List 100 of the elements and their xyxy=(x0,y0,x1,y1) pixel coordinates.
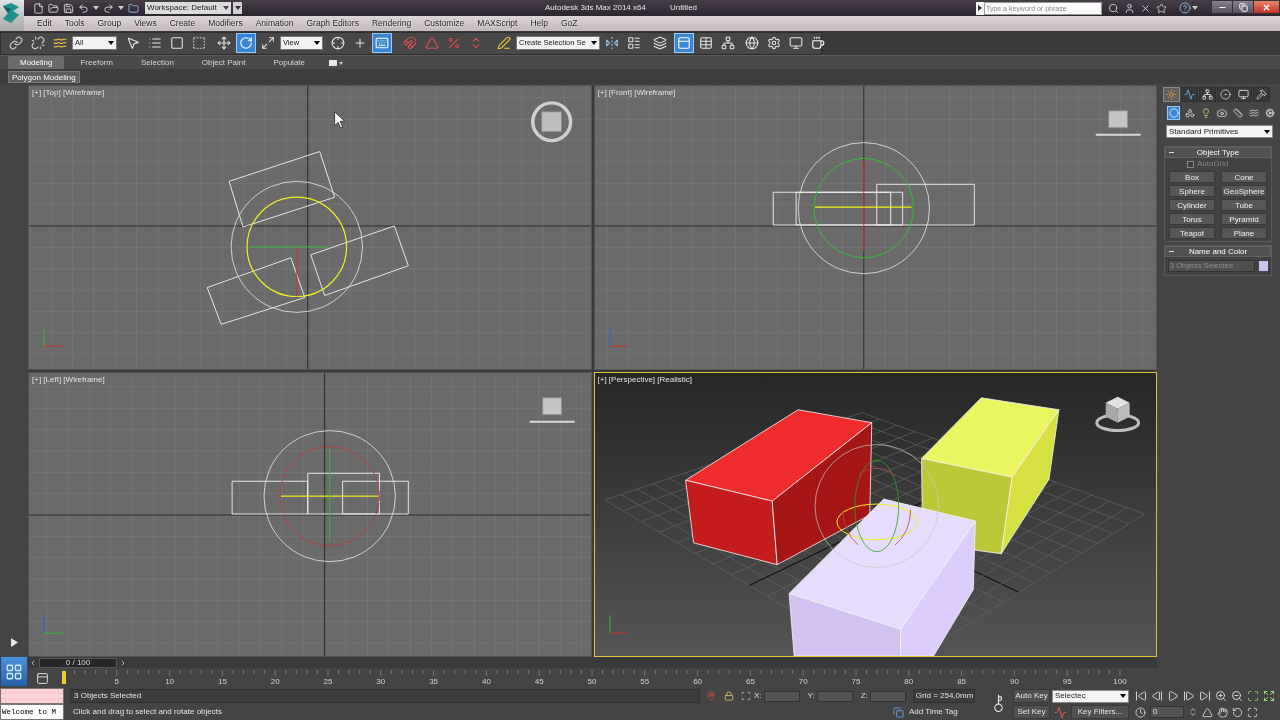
save-icon[interactable] xyxy=(63,2,74,14)
ribbon-tab[interactable]: Selection xyxy=(128,56,186,69)
viewport[interactable]: [+] [Perspective] [Realistic] xyxy=(593,372,1157,657)
ribbon-tab[interactable]: Populate xyxy=(261,56,317,69)
close-button[interactable] xyxy=(1253,0,1280,14)
open-folder-icon[interactable] xyxy=(48,2,59,14)
redo-icon[interactable] xyxy=(103,2,114,14)
viewport-label[interactable]: [+] [Front] [Wireframe] xyxy=(597,87,676,99)
ribbon-tab[interactable]: Modeling xyxy=(8,56,65,69)
object-type-button[interactable]: Torus xyxy=(1169,213,1215,225)
menu-item[interactable]: Modifiers xyxy=(208,17,243,30)
object-type-button[interactable]: Teapot xyxy=(1169,227,1215,239)
viewport[interactable]: [+] [Front] [Wireframe] xyxy=(593,85,1157,370)
menu-item[interactable]: Customize xyxy=(424,17,465,30)
rotate-gizmo[interactable] xyxy=(230,180,363,313)
auto-key-button[interactable]: Auto Key xyxy=(1013,689,1050,703)
expand-icon[interactable] xyxy=(1263,690,1275,702)
object-type-button[interactable]: Plane xyxy=(1221,227,1267,239)
customize-button[interactable] xyxy=(233,2,242,14)
frame-field[interactable]: 0 xyxy=(1150,706,1184,718)
current-frame-marker[interactable] xyxy=(62,671,66,684)
box-object[interactable] xyxy=(788,498,976,656)
set-key-button[interactable]: Set Key xyxy=(1013,705,1050,719)
object-type-button[interactable]: GeoSphere xyxy=(1221,185,1267,197)
menu-item[interactable]: Graph Editors xyxy=(306,17,359,30)
project-folder-icon[interactable] xyxy=(128,2,139,14)
minimize-button[interactable] xyxy=(1211,0,1233,14)
time-slider-track[interactable]: 0 / 100 xyxy=(28,657,1157,668)
skip-forward-icon[interactable] xyxy=(1199,690,1211,702)
maximize-icon[interactable] xyxy=(1247,706,1258,718)
category-dropdown[interactable]: Standard Primitives xyxy=(1166,125,1273,138)
viewport-layout-button[interactable] xyxy=(1,657,27,686)
zoom-out-icon[interactable] xyxy=(1231,690,1243,702)
ribbon-tab[interactable]: Object Paint xyxy=(189,56,258,69)
help-icon[interactable] xyxy=(1179,2,1191,14)
object-type-button[interactable]: Pyramid xyxy=(1221,213,1267,225)
menu-item[interactable]: Create xyxy=(169,17,196,30)
coordinate-field[interactable] xyxy=(816,690,853,702)
command-panel-tab[interactable] xyxy=(1199,87,1216,102)
undo-icon[interactable] xyxy=(78,2,89,14)
command-panel-tab[interactable] xyxy=(1181,87,1198,102)
rotate-gizmo[interactable] xyxy=(814,444,939,568)
category-button[interactable] xyxy=(1215,106,1229,120)
menu-item[interactable]: Tools xyxy=(64,17,85,30)
coordinate-field[interactable] xyxy=(869,690,906,702)
category-button[interactable] xyxy=(1167,106,1181,120)
menu-item[interactable]: Edit xyxy=(37,17,52,30)
skip-back-icon[interactable] xyxy=(1135,690,1147,702)
object-type-button[interactable]: Cone xyxy=(1221,171,1267,183)
spinner-arrows-icon[interactable] xyxy=(1188,707,1198,717)
viewport-label[interactable]: [+] [Left] [Wireframe] xyxy=(32,374,105,386)
menu-item[interactable]: Help xyxy=(530,17,548,30)
viewport[interactable]: [+] [Top] [Wireframe] xyxy=(28,85,592,370)
rotate-arrow-icon[interactable] xyxy=(1232,706,1243,718)
viewport-label[interactable]: [+] [Top] [Wireframe] xyxy=(32,87,105,99)
clock-icon[interactable] xyxy=(1135,706,1146,718)
rollout-header[interactable]: Name and Color xyxy=(1165,246,1271,257)
menu-item[interactable]: Animation xyxy=(255,17,294,30)
category-button[interactable] xyxy=(1231,106,1245,120)
command-panel-tab[interactable] xyxy=(1253,87,1270,102)
menu-item[interactable]: Rendering xyxy=(371,17,412,30)
restore-button[interactable] xyxy=(1233,0,1253,14)
ribbon-options-icon[interactable] xyxy=(329,59,343,66)
arrow-icon[interactable] xyxy=(978,5,982,11)
workspace-dropdown[interactable]: Workspace: Default xyxy=(145,2,231,14)
add-time-tag-button[interactable]: Add Time Tag xyxy=(893,705,958,719)
play-icon[interactable] xyxy=(1167,690,1179,702)
rollout-header[interactable]: Object Type xyxy=(1165,147,1271,158)
key-filters-button[interactable]: Key Filters... xyxy=(1071,705,1129,719)
viewport-label[interactable]: [+] [Perspective] [Realistic] xyxy=(597,374,692,386)
color-swatch-icon[interactable] xyxy=(1259,261,1268,271)
star-icon[interactable] xyxy=(1156,2,1167,14)
key-set-dropdown[interactable]: Selectec xyxy=(1052,689,1129,703)
triangle-icon[interactable] xyxy=(10,638,18,647)
toolbar-button[interactable] xyxy=(6,33,26,53)
object-type-button[interactable]: Tube xyxy=(1221,199,1267,211)
new-file-icon[interactable] xyxy=(33,2,44,14)
frame-icon[interactable] xyxy=(1247,690,1259,702)
step-forward-icon[interactable] xyxy=(1183,690,1195,702)
ribbon-tab[interactable]: Freeform xyxy=(68,56,125,69)
viewcube-icon[interactable] xyxy=(1094,396,1140,433)
step-back-icon[interactable] xyxy=(1151,690,1163,702)
coordinate-field[interactable] xyxy=(763,690,800,702)
x-icon[interactable] xyxy=(1140,2,1151,14)
triangle-icon[interactable] xyxy=(1202,706,1213,718)
menu-item[interactable]: Views xyxy=(134,17,157,30)
lock-icon[interactable] xyxy=(724,691,734,701)
box-object[interactable] xyxy=(684,409,872,566)
hand-icon[interactable] xyxy=(1217,706,1228,718)
menu-item[interactable]: GoZ xyxy=(560,17,578,30)
viewport[interactable]: [+] [Left] [Wireframe] xyxy=(28,372,592,657)
toolbar-button[interactable] xyxy=(28,33,48,53)
listener-input-field[interactable] xyxy=(0,688,64,704)
frame-icon[interactable] xyxy=(741,691,751,701)
zoom-in-icon[interactable] xyxy=(1215,690,1227,702)
command-panel-tab[interactable] xyxy=(1217,87,1234,102)
menu-item[interactable]: MAXScript xyxy=(477,17,518,30)
object-type-button[interactable]: Cylinder xyxy=(1169,199,1215,211)
object-type-button[interactable]: Box xyxy=(1169,171,1215,183)
panel-icon[interactable] xyxy=(35,671,49,685)
